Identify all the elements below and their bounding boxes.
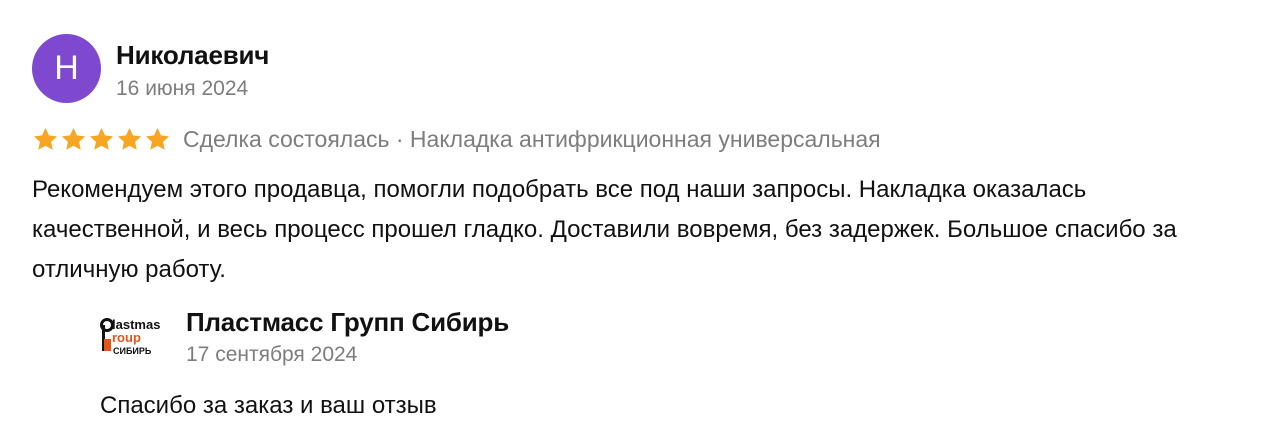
star-icon xyxy=(146,127,169,150)
star-icon xyxy=(34,127,57,150)
star-icon xyxy=(62,127,85,150)
review-author-row: Н Николаевич 16 июня 2024 xyxy=(32,34,1242,104)
star-icon xyxy=(118,127,141,150)
star-icon xyxy=(90,127,113,150)
svg-text:roup: roup xyxy=(112,330,141,345)
rating-stars xyxy=(32,126,171,153)
review-date: 16 июня 2024 xyxy=(116,77,249,100)
review-meta-row: Сделка состоялась · Накладка антифрикцио… xyxy=(32,124,881,154)
seller-logo: lastmas roup СИБИРЬ xyxy=(100,317,160,356)
reply-text: Спасибо за заказ и ваш отзыв xyxy=(100,392,437,419)
review-card: Н Николаевич 16 июня 2024 Сделка состоял… xyxy=(32,34,1242,283)
review-meta: Сделка состоялась · Накладка антифрикцио… xyxy=(183,125,881,152)
svg-text:СИБИРЬ: СИБИРЬ xyxy=(113,346,152,356)
review-text: Рекомендуем этого продавца, помогли подо… xyxy=(32,176,1177,283)
review-author-name[interactable]: Николаевич xyxy=(116,40,269,71)
seller-name[interactable]: Пластмасс Групп Сибирь xyxy=(186,307,509,338)
reply-date: 17 сентября 2024 xyxy=(186,343,358,366)
avatar[interactable]: Н xyxy=(32,34,101,103)
